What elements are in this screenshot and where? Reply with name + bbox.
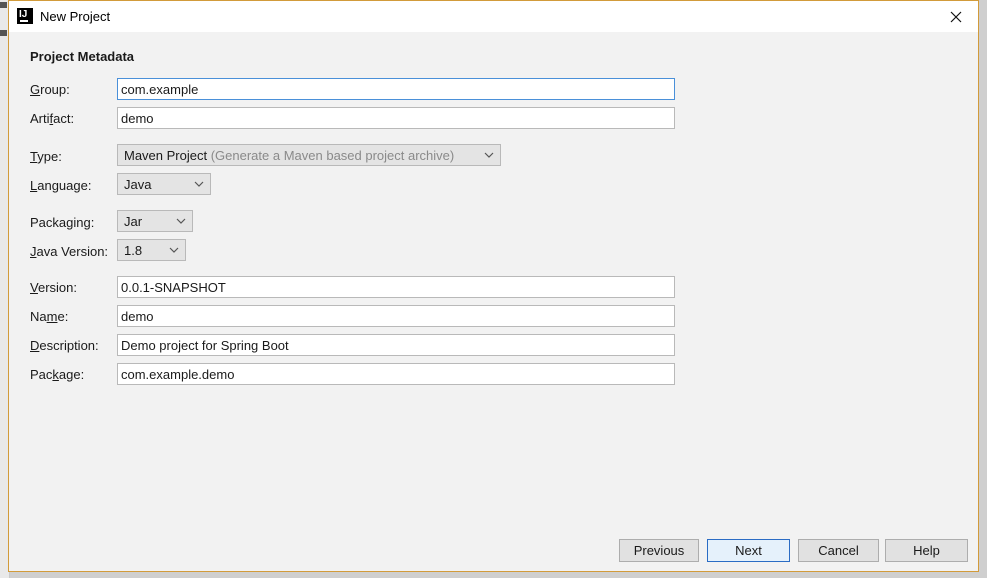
- type-select[interactable]: Maven Project (Generate a Maven based pr…: [117, 144, 501, 166]
- dialog-content: Project Metadata Group: Artifact: Type: …: [9, 32, 978, 571]
- java-version-label: Java Version:: [30, 244, 109, 259]
- previous-button[interactable]: Previous: [619, 539, 699, 562]
- language-label: Language:: [30, 178, 92, 193]
- window-title: New Project: [40, 9, 111, 24]
- name-label: Name:: [30, 309, 69, 324]
- type-select-hint: (Generate a Maven based project archive): [210, 147, 455, 163]
- packaging-select-value: Jar: [124, 213, 143, 229]
- group-label: Group:: [30, 82, 70, 97]
- package-input[interactable]: [117, 363, 675, 385]
- java-version-select-value: 1.8: [124, 242, 143, 258]
- description-label: Description:: [30, 338, 99, 353]
- close-icon: [950, 11, 962, 22]
- type-select-value: Maven Project: [124, 147, 208, 163]
- version-input[interactable]: [117, 276, 675, 298]
- packaging-select[interactable]: Jar: [117, 210, 193, 232]
- language-select-value: Java: [124, 176, 152, 192]
- close-button[interactable]: [934, 1, 978, 32]
- next-button[interactable]: Next: [707, 539, 790, 562]
- artifact-label: Artifact:: [30, 111, 75, 126]
- language-select[interactable]: Java: [117, 173, 211, 195]
- type-label: Type:: [30, 149, 62, 164]
- java-version-select[interactable]: 1.8: [117, 239, 186, 261]
- intellij-idea-icon: IJ: [17, 8, 33, 24]
- name-input[interactable]: [117, 305, 675, 327]
- chevron-down-icon: [194, 181, 204, 187]
- package-label: Package:: [30, 367, 85, 382]
- packaging-label: Packaging:: [30, 215, 95, 230]
- chevron-down-icon: [169, 247, 179, 253]
- background-marker: [0, 30, 7, 36]
- group-input[interactable]: [117, 78, 675, 100]
- chevron-down-icon: [484, 152, 494, 158]
- cancel-button[interactable]: Cancel: [798, 539, 879, 562]
- version-label: Version:: [30, 280, 77, 295]
- section-title: Project Metadata: [30, 49, 135, 64]
- help-button[interactable]: Help: [885, 539, 968, 562]
- background-marker: [0, 2, 7, 8]
- title-bar: IJ New Project: [9, 1, 978, 32]
- chevron-down-icon: [176, 218, 186, 224]
- description-input[interactable]: [117, 334, 675, 356]
- new-project-dialog: IJ New Project Project Metadata Group: A…: [8, 0, 979, 572]
- artifact-input[interactable]: [117, 107, 675, 129]
